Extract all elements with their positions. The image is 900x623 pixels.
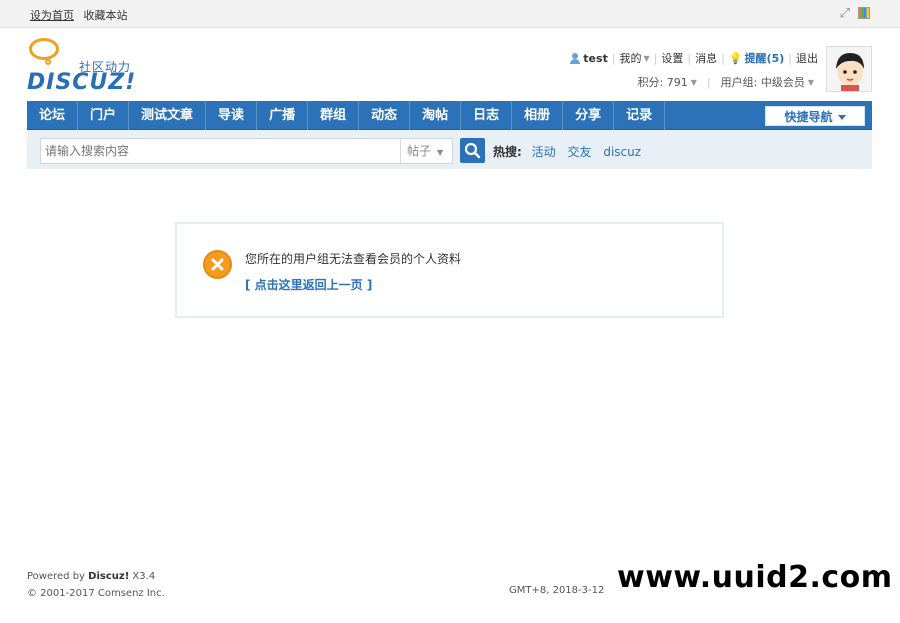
nav-item-feed[interactable]: 动态 — [359, 101, 411, 130]
nav-list: 论坛 门户 测试文章 导读 广播 群组 动态 淘帖 日志 相册 分享 记录 — [27, 101, 872, 130]
go-back-link[interactable]: [ 点击这里返回上一页 ] — [245, 276, 372, 293]
hot-search: 热搜: 活动 交友 discuz — [493, 143, 649, 160]
nav-item-groups[interactable]: 群组 — [308, 101, 360, 130]
footer-info: Powered by Discuz! X3.4 © 2001-2017 Coms… — [27, 568, 165, 602]
hot-search-item[interactable]: 活动 — [532, 145, 556, 159]
search-button[interactable] — [460, 138, 485, 163]
nav-item-guide[interactable]: 导读 — [206, 101, 258, 130]
error-message-box: 您所在的用户组无法查看会员的个人资料 [ 点击这里返回上一页 ] — [175, 222, 724, 318]
quick-nav-button[interactable]: 快捷导航 — [765, 106, 865, 126]
hot-search-label: 热搜: — [493, 145, 522, 159]
reminder-link[interactable]: 提醒(5) — [745, 50, 785, 66]
top-bar: 设为首页 收藏本站 ⤢ — [0, 0, 900, 28]
points-link[interactable]: 积分: 791 — [638, 74, 688, 90]
logo-brand: DISCUZ! — [27, 70, 137, 95]
search-bar: 帖子 ▼ 热搜: 活动 交友 discuz — [27, 130, 872, 169]
bookmark-link[interactable]: 收藏本站 — [84, 9, 128, 22]
nav-item-broadcast[interactable]: 广播 — [257, 101, 309, 130]
separator: | — [687, 51, 692, 65]
user-icon — [570, 53, 580, 64]
logo-bubble-icon — [29, 38, 59, 60]
fullscreen-icon[interactable]: ⤢ — [840, 7, 850, 20]
my-menu-link[interactable]: 我的 — [620, 50, 642, 66]
user-info: 积分: 791 ▼ | 用户组: 中级会员 ▼ — [638, 74, 814, 90]
site-logo[interactable]: 社区动力 DISCUZ! — [27, 36, 147, 96]
settings-link[interactable]: 设置 — [661, 50, 683, 66]
search-type-label: 帖子 — [407, 144, 432, 158]
separator: | — [788, 51, 792, 65]
powered-by-brand[interactable]: Discuz! — [88, 571, 129, 582]
chevron-down-icon: ▼ — [690, 77, 697, 87]
search-icon — [464, 142, 481, 159]
lightbulb-icon: 💡 — [728, 51, 743, 65]
username-link[interactable]: test — [583, 52, 608, 65]
footer-time: GMT+8, 2018-3-12 0 — [509, 585, 605, 596]
avatar-image — [827, 47, 871, 91]
nav-item-blog[interactable]: 日志 — [461, 101, 513, 130]
search-type-select[interactable]: 帖子 ▼ — [400, 139, 452, 163]
top-icons: ⤢ — [840, 7, 870, 20]
nav-item-forum[interactable]: 论坛 — [27, 101, 79, 130]
separator: | — [721, 51, 725, 65]
set-homepage-link[interactable]: 设为首页 — [30, 9, 74, 22]
hot-search-item[interactable]: 交友 — [567, 145, 591, 159]
hot-search-item[interactable]: discuz — [603, 145, 641, 159]
watermark: www.uuid2.com — [617, 560, 893, 595]
copyright: © 2001-2017 Comsenz Inc. — [27, 588, 165, 599]
header: 社区动力 DISCUZ! test | 我的 ▼ | 设置 | 消息 | 💡 提… — [27, 34, 872, 96]
user-group-link[interactable]: 用户组: 中级会员 — [721, 74, 805, 90]
nav-item-portal[interactable]: 门户 — [78, 101, 130, 130]
nav-item-test-article[interactable]: 测试文章 — [129, 101, 207, 130]
search-input[interactable] — [41, 139, 401, 163]
separator: | — [611, 51, 616, 65]
search-box: 帖子 ▼ — [40, 138, 453, 164]
logout-link[interactable]: 退出 — [796, 50, 818, 66]
nav-item-album[interactable]: 相册 — [512, 101, 564, 130]
separator: | — [653, 51, 658, 65]
chevron-down-icon: ▼ — [807, 77, 814, 87]
avatar[interactable] — [826, 46, 872, 92]
color-theme-icon[interactable] — [858, 7, 870, 19]
nav-item-share[interactable]: 分享 — [563, 101, 615, 130]
powered-by-version: X3.4 — [129, 571, 156, 582]
chevron-down-icon: ▼ — [643, 53, 650, 63]
error-message-text: 您所在的用户组无法查看会员的个人资料 — [245, 252, 462, 266]
nav-item-records[interactable]: 记录 — [614, 101, 666, 130]
logo-bubble-tail — [45, 59, 51, 65]
messages-link[interactable]: 消息 — [695, 50, 717, 66]
powered-by-prefix: Powered by — [27, 571, 89, 582]
quick-nav-label: 快捷导航 — [784, 110, 833, 124]
caret-down-icon — [837, 115, 846, 120]
error-icon — [203, 250, 232, 279]
chevron-down-icon: ▼ — [437, 148, 444, 157]
top-links: 设为首页 收藏本站 — [30, 7, 134, 23]
main-nav: 论坛 门户 测试文章 导读 广播 群组 动态 淘帖 日志 相册 分享 记录 快捷… — [27, 101, 872, 130]
nav-item-collection[interactable]: 淘帖 — [410, 101, 462, 130]
powered-by: Powered by Discuz! X3.4 — [27, 568, 165, 585]
user-menu: test | 我的 ▼ | 设置 | 消息 | 💡 提醒(5) | 退出 — [570, 50, 818, 66]
separator: | — [706, 75, 711, 89]
